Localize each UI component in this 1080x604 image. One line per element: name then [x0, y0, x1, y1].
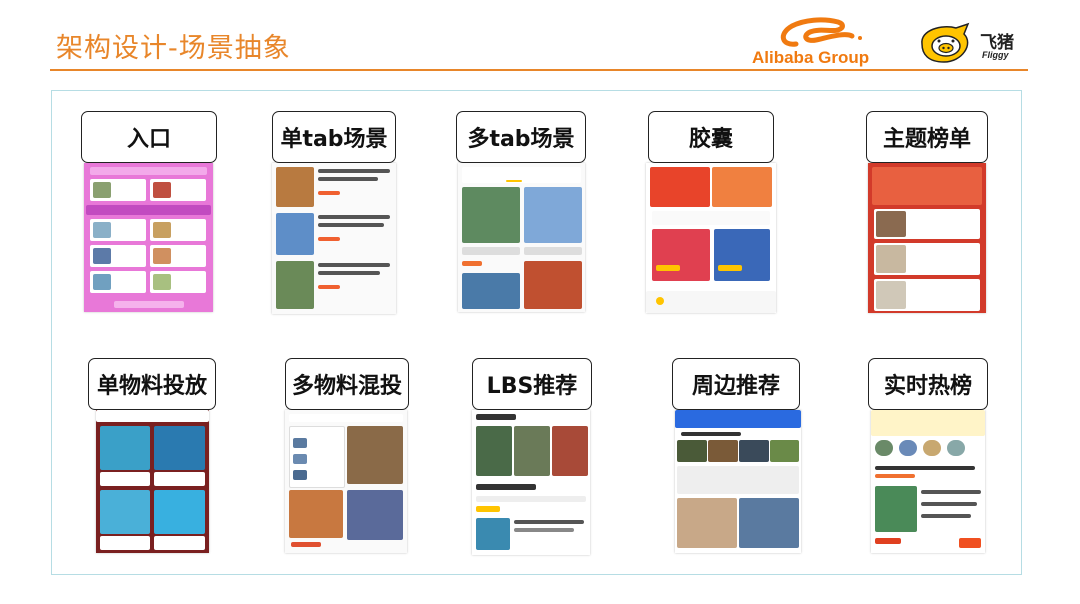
- scene-label: 胶囊: [648, 111, 774, 163]
- scene-screenshot: [868, 163, 986, 313]
- alibaba-logo: Alibaba Group: [752, 14, 902, 68]
- fliggy-logo: 飞猪 Fliggy: [916, 22, 1028, 66]
- scene-label: 多物料混投: [285, 358, 409, 410]
- scene-screenshot: [472, 410, 590, 555]
- scene-label: 实时热榜: [868, 358, 988, 410]
- scene-card-single-material[interactable]: 单物料投放: [88, 358, 216, 556]
- scene-label: 单tab场景: [272, 111, 396, 163]
- scene-screenshot: [871, 410, 985, 553]
- scene-card-lbs[interactable]: LBS推荐: [472, 358, 592, 556]
- scene-card-theme-ranking[interactable]: 主题榜单: [866, 111, 988, 316]
- scene-label: 多tab场景: [456, 111, 586, 163]
- scene-label: 单物料投放: [88, 358, 216, 410]
- scene-label: 周边推荐: [672, 358, 800, 410]
- scene-card-realtime-hot[interactable]: 实时热榜: [866, 358, 990, 556]
- scene-label: LBS推荐: [472, 358, 592, 410]
- title-underline: [50, 69, 1028, 71]
- scene-screenshot: [285, 410, 407, 553]
- scene-card-single-tab[interactable]: 单tab场景: [272, 111, 396, 316]
- scene-screenshot: [675, 410, 801, 553]
- scene-label: 主题榜单: [866, 111, 988, 163]
- scene-label: 入口: [81, 111, 217, 163]
- fliggy-logo-sub: Fliggy: [982, 50, 1009, 60]
- scene-screenshot: [96, 410, 209, 553]
- page-title: 架构设计-场景抽象: [56, 33, 291, 64]
- scene-card-nearby[interactable]: 周边推荐: [672, 358, 804, 556]
- scene-card-multi-material[interactable]: 多物料混投: [285, 358, 409, 556]
- alibaba-logo-text: Alibaba Group: [752, 48, 870, 67]
- scene-screenshot: [458, 163, 585, 312]
- scene-screenshot: [272, 163, 396, 314]
- scene-card-multi-tab[interactable]: 多tab场景: [456, 111, 586, 316]
- scene-card-entry[interactable]: 入口: [81, 111, 217, 316]
- scene-card-capsule[interactable]: 胶囊: [646, 111, 776, 316]
- scene-screenshot: [84, 163, 213, 312]
- fliggy-logo-icon: [921, 22, 970, 63]
- scene-screenshot: [646, 163, 776, 313]
